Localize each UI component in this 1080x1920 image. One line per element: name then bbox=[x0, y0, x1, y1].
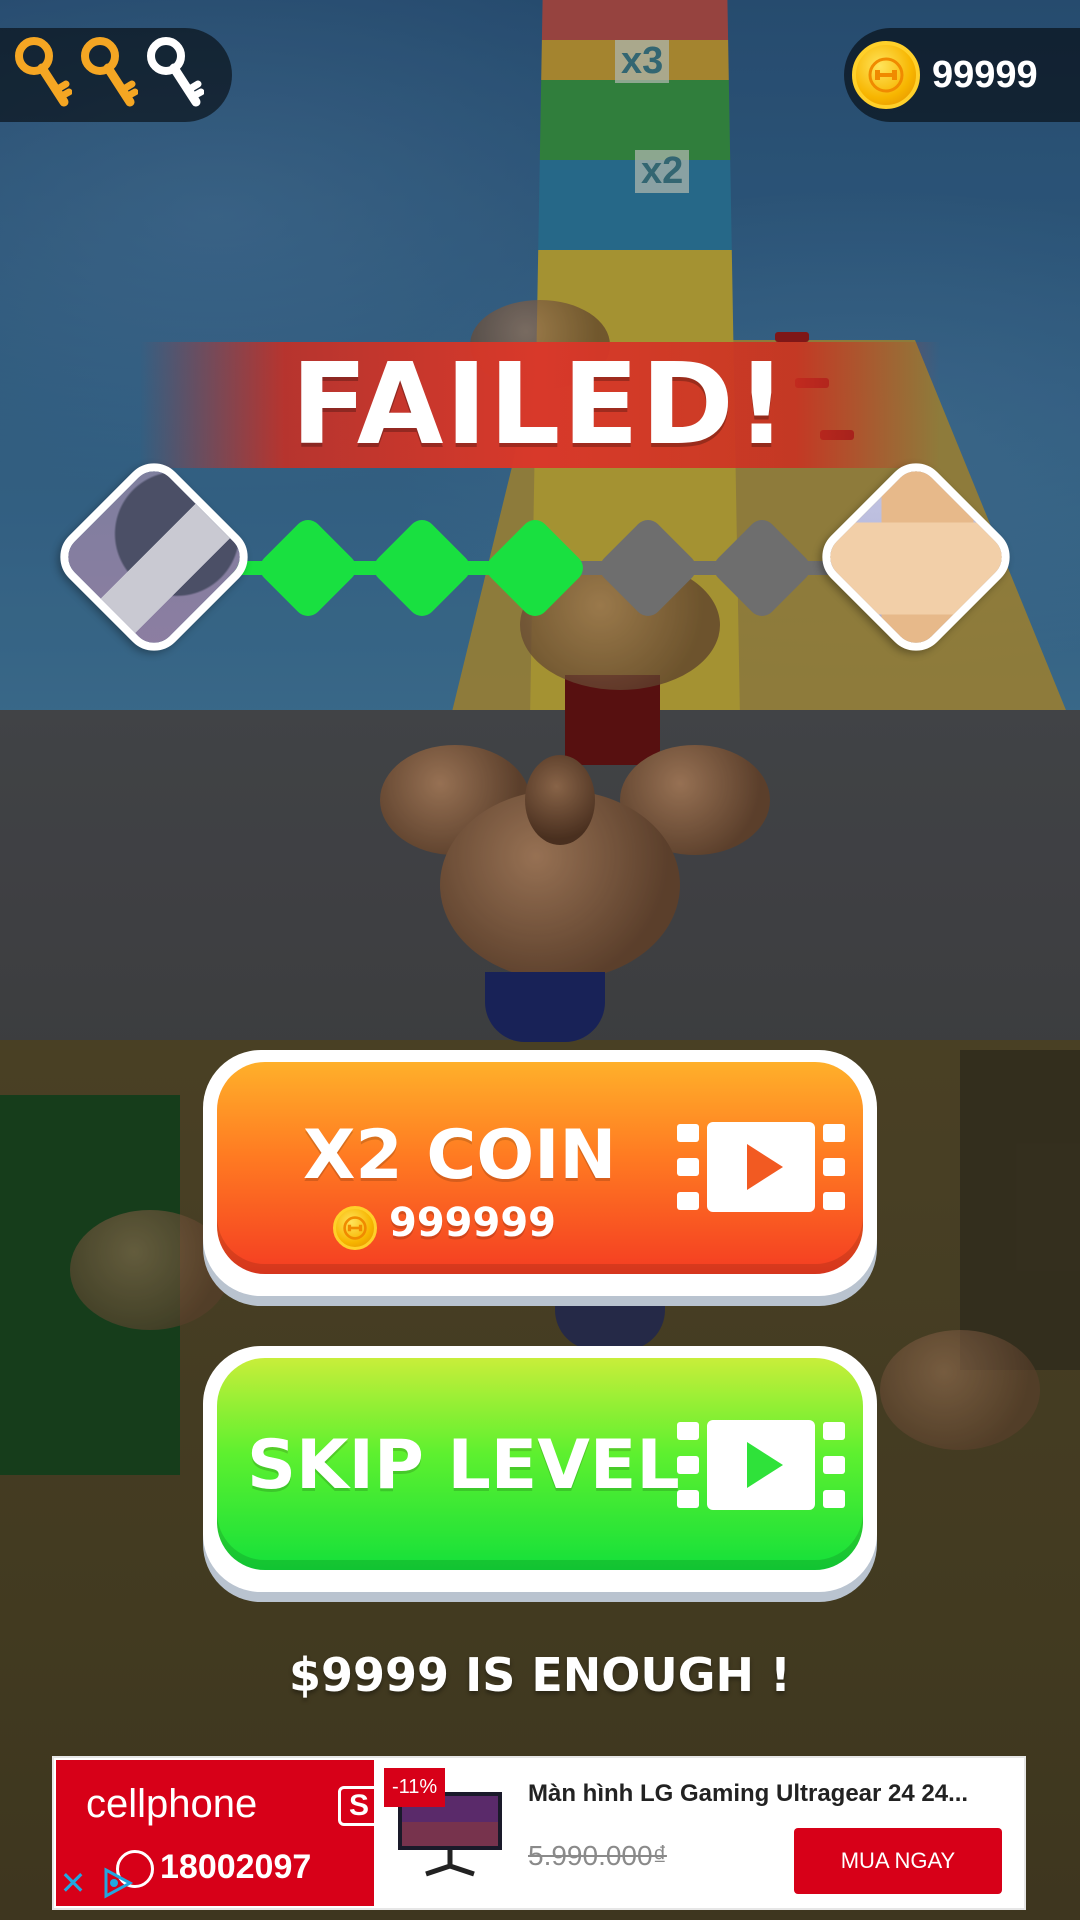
ad-brand-badge: S bbox=[338, 1786, 380, 1826]
skip-level-label: SKIP LEVEL bbox=[247, 1426, 680, 1505]
next-level-thumbnail bbox=[809, 450, 1023, 664]
skip-level-button-frame: SKIP LEVEL bbox=[203, 1346, 877, 1592]
level-progress bbox=[0, 450, 1080, 664]
key-icon bbox=[15, 37, 72, 107]
ad-choices-icon[interactable] bbox=[96, 1862, 138, 1904]
ad-discount-badge: -11% bbox=[384, 1768, 446, 1807]
ad-buy-now-button[interactable]: MUA NGAY bbox=[794, 1828, 1002, 1894]
x2-coin-amount: 999999 bbox=[389, 1200, 556, 1246]
x2-coin-button-frame: X2 COIN 999999 bbox=[203, 1050, 877, 1296]
dumbbell-coin-icon bbox=[852, 41, 920, 109]
stage-node-completed bbox=[254, 514, 362, 622]
ad-close-icon[interactable]: ✕ bbox=[52, 1862, 94, 1904]
video-ad-icon bbox=[677, 1420, 845, 1510]
dumbbell-coin-icon bbox=[333, 1206, 377, 1250]
x2-coin-label: X2 COIN bbox=[303, 1116, 617, 1195]
current-level-thumbnail bbox=[47, 450, 261, 664]
coin-amount: 99999 bbox=[932, 53, 1038, 96]
stage-node-pending bbox=[708, 514, 816, 622]
skip-level-button[interactable]: SKIP LEVEL bbox=[217, 1358, 863, 1570]
keys-counter bbox=[0, 28, 232, 122]
key-icon bbox=[81, 37, 138, 107]
stage-node-completed bbox=[368, 514, 476, 622]
ad-title: Màn hình LG Gaming Ultragear 24 24... bbox=[528, 1780, 969, 1807]
game-scene: x3 x2 bbox=[0, 0, 1080, 1920]
video-ad-icon bbox=[677, 1122, 845, 1212]
stage-node-pending bbox=[594, 514, 702, 622]
coin-counter: 99999 bbox=[844, 28, 1080, 122]
ad-old-price: 5.990.000₫ bbox=[528, 1840, 667, 1871]
ad-phone-number: 18002097 bbox=[160, 1848, 312, 1886]
x2-coin-button[interactable]: X2 COIN 999999 bbox=[217, 1062, 863, 1274]
ad-banner[interactable]: cellphone S 18002097 -11% Màn hình LG Ga… bbox=[52, 1756, 1026, 1910]
stage-node-completed bbox=[481, 514, 589, 622]
ad-brand-name: cellphone bbox=[86, 1782, 258, 1826]
key-icon bbox=[147, 37, 204, 107]
result-title: FAILED! bbox=[291, 340, 789, 470]
continue-message[interactable]: $9999 IS ENOUGH ! bbox=[0, 1648, 1080, 1702]
